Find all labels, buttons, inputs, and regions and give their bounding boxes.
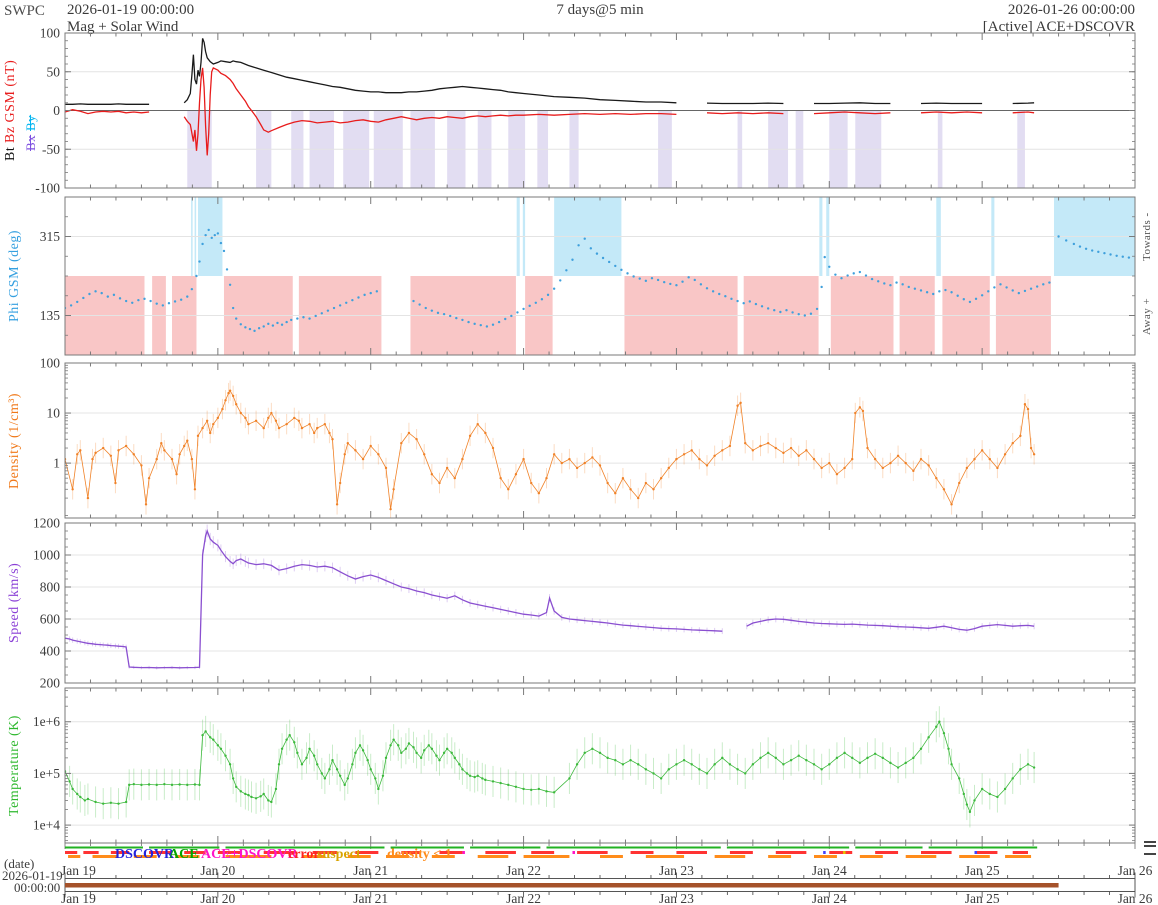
legend-ace-dscovr: ACE+DSCOVR	[201, 847, 298, 862]
svg-text:Jan 22: Jan 22	[506, 891, 541, 905]
svg-text:Jan 25: Jan 25	[965, 891, 1000, 905]
svg-text:Jan 20: Jan 20	[200, 891, 235, 905]
svg-text:1e+4: 1e+4	[33, 818, 60, 833]
y-axis-label-phi: Phi GSM (deg)	[7, 229, 22, 323]
y-axis-label-speed: Speed (km/s)	[7, 562, 22, 644]
svg-text:Jan 26: Jan 26	[1118, 891, 1153, 905]
bx-label: Bx	[23, 134, 38, 152]
towards-sector-label: Towards -	[1141, 212, 1153, 262]
y-axis-label-density: Density (1/cm³)	[7, 392, 22, 489]
svg-text:Jan 23: Jan 23	[659, 863, 694, 878]
legend-dscovr: DSCOVR	[115, 847, 175, 862]
svg-text:100: 100	[40, 26, 61, 41]
y-axis-label-mag: Bt Bz GSM (nT)	[2, 33, 20, 188]
svg-text:Jan 21: Jan 21	[353, 891, 388, 905]
svg-text:600: 600	[40, 612, 61, 627]
svg-text:Jan 24: Jan 24	[812, 891, 847, 905]
svg-text:200: 200	[40, 676, 61, 691]
svg-text:1e+5: 1e+5	[33, 766, 60, 781]
svg-text:Jan 19: Jan 19	[61, 863, 96, 878]
legend-ace: ACE	[169, 847, 199, 862]
svg-text:50: 50	[47, 64, 61, 79]
svg-text:Jan 19: Jan 19	[61, 891, 96, 905]
svg-text:-50: -50	[42, 142, 60, 157]
legend-density-lt-1: density < 1	[387, 847, 452, 862]
y-axis-label-bx-by: Bx By	[23, 88, 39, 178]
svg-text:0: 0	[53, 103, 60, 118]
svg-text:Jan 24: Jan 24	[812, 863, 847, 878]
svg-text:Jan 25: Jan 25	[965, 863, 1000, 878]
swpc-solar-wind-plot: SWPC 2026-01-19 00:00:00 Mag + Solar Win…	[0, 0, 1158, 905]
svg-text:-100: -100	[35, 181, 60, 196]
svg-text:10: 10	[47, 406, 61, 421]
svg-text:135: 135	[40, 308, 61, 323]
plot-canvas: 100 50 0 -50 -100 315 135 100 10 1 1200 1000 800 600 4…	[33, 26, 1153, 905]
svg-text:Jan 21: Jan 21	[353, 863, 388, 878]
bt-label: Bt	[3, 147, 18, 162]
svg-text:315: 315	[40, 229, 61, 244]
svg-text:1: 1	[53, 456, 60, 471]
by-label: By	[23, 114, 38, 132]
svg-text:Jan 22: Jan 22	[506, 863, 541, 878]
away-sector-label: Away +	[1141, 297, 1153, 335]
svg-text:Jan 23: Jan 23	[659, 891, 694, 905]
svg-text:Jan 20: Jan 20	[200, 863, 235, 878]
bz-label: Bz GSM (nT)	[3, 59, 18, 144]
time-value: 00:00:00	[14, 880, 61, 895]
menu-icon[interactable]	[1144, 841, 1156, 855]
svg-text:1200: 1200	[33, 516, 60, 531]
svg-text:Jan 26: Jan 26	[1118, 863, 1153, 878]
legend-suspect: suspect	[317, 847, 361, 862]
legend-error: error	[288, 847, 320, 862]
y-axis-label-temperature: Temperature (K)	[7, 715, 22, 816]
svg-text:400: 400	[40, 644, 61, 659]
svg-text:800: 800	[40, 580, 61, 595]
svg-text:1000: 1000	[33, 548, 60, 563]
svg-text:1e+6: 1e+6	[33, 714, 60, 729]
svg-text:100: 100	[40, 356, 61, 371]
